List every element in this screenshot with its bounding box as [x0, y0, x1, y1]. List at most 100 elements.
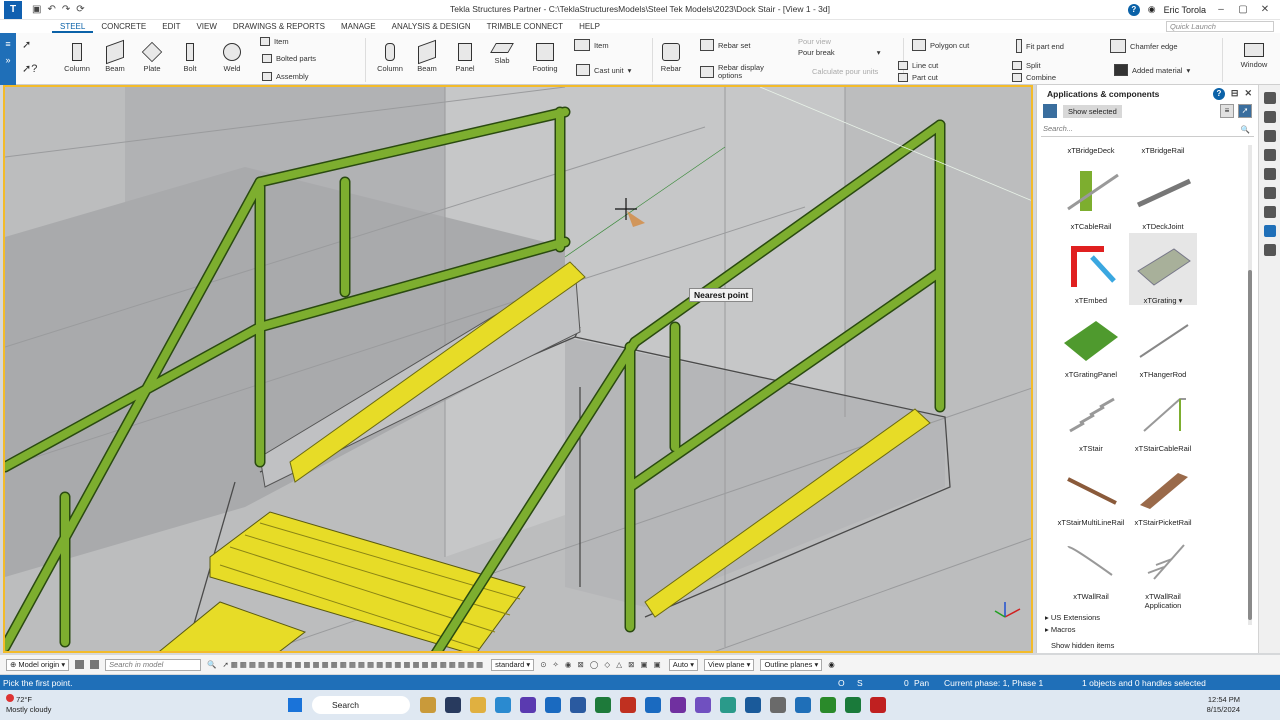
- help-icon[interactable]: ?: [1127, 3, 1140, 16]
- search-icon[interactable]: 🔍: [207, 660, 216, 669]
- minimize-button[interactable]: –: [1214, 4, 1228, 15]
- edge-icon[interactable]: [495, 697, 511, 713]
- rebar-button[interactable]: Rebar: [656, 43, 686, 73]
- settings-icon[interactable]: [1263, 168, 1276, 180]
- rebar-display-options-button[interactable]: Rebar display options: [700, 64, 780, 80]
- eye-icon[interactable]: ◉: [828, 660, 835, 669]
- component-xtstairmultilinerail[interactable]: xTStairMultiLineRail: [1057, 465, 1125, 527]
- component-xtdeckjoint[interactable]: xTDeckJoint: [1129, 169, 1197, 231]
- tab-steel[interactable]: STEEL: [52, 20, 94, 33]
- link-icon[interactable]: [1263, 130, 1276, 142]
- select-arrow-icon[interactable]: ➚: [22, 38, 31, 51]
- tree-us-extensions[interactable]: ▸ US Extensions: [1045, 613, 1100, 622]
- teams-icon[interactable]: [520, 697, 536, 713]
- concrete-column-button[interactable]: Column: [375, 43, 405, 73]
- component-xtbridgerail[interactable]: xTBridgeRail: [1129, 146, 1197, 155]
- cast-unit-button[interactable]: Cast unit ▾: [576, 64, 631, 76]
- pour-break-button[interactable]: Pour break ▾: [798, 48, 880, 57]
- steel-plate-button[interactable]: Plate: [137, 41, 167, 73]
- more-icon[interactable]: »: [0, 55, 16, 65]
- weather-widget[interactable]: 72°F Mostly cloudy: [6, 694, 51, 715]
- pan-indicator[interactable]: Pan: [914, 678, 929, 688]
- word-icon[interactable]: [570, 697, 586, 713]
- pour-view-button[interactable]: Pour view: [798, 37, 831, 46]
- steel-column-button[interactable]: Column: [62, 43, 92, 73]
- component-xtstairpicketrail[interactable]: xTStairPicketRail: [1129, 465, 1197, 527]
- snap-indicator[interactable]: S: [857, 678, 863, 688]
- component-xtgrating[interactable]: xTGrating ▾: [1129, 233, 1197, 305]
- weld-button[interactable]: Weld: [217, 43, 247, 73]
- tab-view[interactable]: VIEW: [188, 20, 224, 33]
- panel-scrollbar[interactable]: [1248, 145, 1252, 625]
- component-search-input[interactable]: Search... 🔍: [1041, 122, 1254, 137]
- visio-icon[interactable]: [645, 697, 661, 713]
- show-selected-button[interactable]: Show selected: [1063, 104, 1122, 118]
- tab-concrete[interactable]: CONCRETE: [93, 20, 154, 33]
- component-xtgratingpanel[interactable]: xTGratingPanel: [1057, 317, 1125, 379]
- redo-icon[interactable]: ↷: [62, 4, 70, 15]
- app-icon[interactable]: [445, 697, 461, 713]
- component-xthangerrod[interactable]: xTHangerRod: [1129, 317, 1197, 379]
- assembly-button[interactable]: Assembly: [262, 72, 309, 81]
- taskbar-search[interactable]: Search: [312, 696, 410, 714]
- standard-filter-select[interactable]: standard ▾: [491, 658, 535, 671]
- copilot-icon[interactable]: [695, 697, 711, 713]
- rebar-set-button[interactable]: Rebar set: [700, 39, 751, 51]
- tag-icon[interactable]: [1263, 244, 1276, 256]
- steel-item-button[interactable]: Item: [260, 37, 289, 46]
- system-clock[interactable]: 12:54 PM 8/15/2024: [1207, 695, 1240, 715]
- select-arrow-icon[interactable]: ➚: [1238, 104, 1252, 118]
- help-icon[interactable]: ?: [1212, 87, 1225, 100]
- split-button[interactable]: Split: [1012, 61, 1041, 70]
- component-xtwallrail-application[interactable]: xTWallRail Application: [1129, 539, 1197, 610]
- app-icon[interactable]: [745, 697, 761, 713]
- component-xtstair[interactable]: xTStair: [1057, 391, 1125, 453]
- outlook-icon[interactable]: [545, 697, 561, 713]
- settings-app-icon[interactable]: [770, 697, 786, 713]
- tab-drawings-reports[interactable]: DRAWINGS & REPORTS: [225, 20, 333, 33]
- fit-part-end-button[interactable]: Fit part end: [1016, 39, 1064, 53]
- properties-icon[interactable]: [1263, 111, 1276, 123]
- refresh-icon[interactable]: ⟳: [76, 4, 84, 15]
- close-icon[interactable]: ✕: [1244, 88, 1252, 100]
- grid-view-icon[interactable]: [1043, 104, 1057, 118]
- maximize-button[interactable]: ▢: [1236, 4, 1250, 15]
- component-xtbridgedeck[interactable]: xTBridgeDeck: [1057, 146, 1125, 155]
- concrete-beam-button[interactable]: Beam: [412, 39, 442, 73]
- windows-start-icon[interactable]: [288, 698, 302, 712]
- tab-help[interactable]: HELP: [571, 20, 608, 33]
- side-menu-strip[interactable]: ≡»: [0, 33, 16, 85]
- undo-icon[interactable]: ↶: [47, 4, 55, 15]
- combine-button[interactable]: Combine: [1012, 73, 1056, 82]
- app-icon[interactable]: [870, 697, 886, 713]
- select-filter-icons[interactable]: ➚▦▦▦▦▦▦▦▦▦▦▦▦▦▦▦▦▦▦▦▦▦▦▦▦▦▦▦▦: [222, 660, 485, 669]
- calculate-pour-units-button[interactable]: Calculate pour units: [812, 67, 878, 76]
- excel-icon[interactable]: [595, 697, 611, 713]
- acrobat-icon[interactable]: [620, 697, 636, 713]
- slab-button[interactable]: Slab: [487, 43, 517, 65]
- save-icon[interactable]: ▣: [32, 4, 41, 15]
- tab-trimble-connect[interactable]: TRIMBLE CONNECT: [479, 20, 571, 33]
- user-name[interactable]: Eric Torola: [1164, 5, 1206, 15]
- list-menu-icon[interactable]: ≡: [1220, 104, 1234, 118]
- app-icon[interactable]: [845, 697, 861, 713]
- tab-analysis-design[interactable]: ANALYSIS & DESIGN: [384, 20, 479, 33]
- chevron-down-icon[interactable]: ▾: [1177, 296, 1183, 305]
- added-material-button[interactable]: Added material ▾: [1114, 64, 1190, 76]
- expand-icon[interactable]: [1263, 92, 1276, 104]
- chamfer-edge-button[interactable]: Chamfer edge: [1110, 39, 1178, 53]
- menu-icon[interactable]: ≡: [0, 39, 16, 49]
- cube-icon[interactable]: [1263, 206, 1276, 218]
- auto-select[interactable]: Auto ▾: [668, 658, 699, 671]
- search-in-model-input[interactable]: Search in model: [105, 658, 202, 671]
- globe-icon[interactable]: [1263, 149, 1276, 161]
- part-cut-button[interactable]: Part cut: [898, 73, 938, 82]
- scrollbar-thumb[interactable]: [1248, 270, 1252, 620]
- close-button[interactable]: ✕: [1258, 4, 1272, 15]
- toggle-icon[interactable]: [75, 660, 85, 669]
- tab-manage[interactable]: MANAGE: [333, 20, 384, 33]
- components-icon[interactable]: [1263, 225, 1276, 237]
- footing-button[interactable]: Footing: [530, 43, 560, 73]
- current-phase[interactable]: Current phase: 1, Phase 1: [944, 678, 1043, 688]
- tree-macros[interactable]: ▸ Macros: [1045, 625, 1075, 634]
